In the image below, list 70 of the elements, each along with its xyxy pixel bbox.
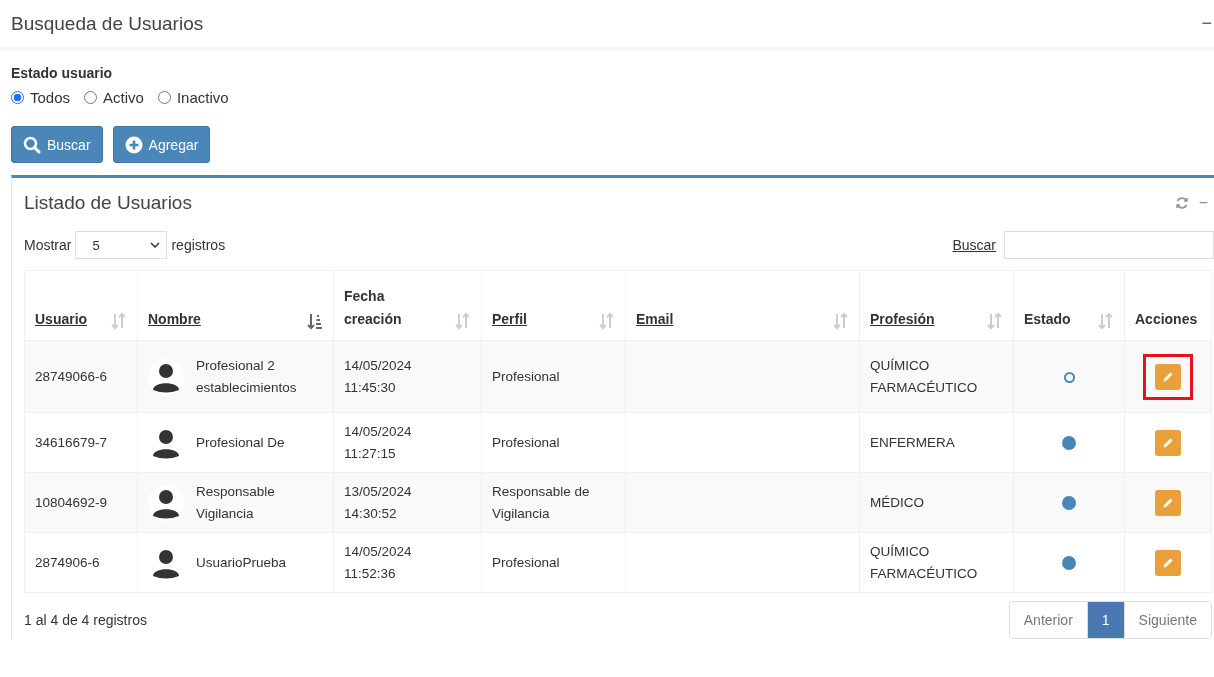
table-cell-text: Profesional 2 establecimientos [196, 356, 298, 397]
avatar-icon [148, 358, 184, 395]
column-header: Acciones [1124, 270, 1212, 341]
length-label: Mostrar [24, 237, 72, 253]
add-button[interactable]: Agregar [112, 126, 211, 163]
table-cell: ENFERMERA [870, 434, 955, 450]
pagination-button[interactable]: Siguiente [1123, 602, 1211, 638]
table-cell: MÉDICO [870, 494, 924, 510]
sort-icon [833, 312, 849, 330]
radio-option[interactable]: Activo [84, 89, 144, 106]
sort-icon [455, 312, 471, 330]
table-cell: 2874906-6 [35, 554, 100, 570]
radio-label: Todos [30, 89, 71, 106]
card-title: Listado de Usuarios [24, 192, 192, 214]
table-cell: 28749066-6 [35, 368, 108, 384]
refresh-icon[interactable] [1174, 196, 1189, 210]
page-title: Busqueda de Usuarios [11, 12, 204, 35]
pagination-button[interactable]: 1 [1086, 602, 1124, 638]
sort-icon [1098, 312, 1114, 330]
plus-circle-icon [124, 135, 143, 154]
table-cell: QUÍMICO FARMACÉUTICO [870, 357, 978, 395]
edit-button[interactable] [1155, 363, 1181, 390]
radio-label: Inactivo [176, 89, 229, 106]
radio-label: Activo [103, 89, 144, 106]
radio-option[interactable]: Todos [11, 89, 71, 106]
pencil-icon [1162, 496, 1174, 509]
radio-option[interactable]: Inactivo [157, 89, 229, 106]
search-icon [23, 135, 41, 154]
search-field[interactable] [1004, 231, 1214, 259]
column-header[interactable]: Perfil [481, 270, 626, 341]
column-header[interactable]: Estado [1013, 270, 1125, 341]
table-cell: 14/05/2024 11:45:30 [344, 357, 412, 395]
sort-icon [599, 312, 615, 330]
chevron-down-icon [150, 242, 161, 248]
edit-button[interactable] [1155, 549, 1181, 576]
search-label: Buscar [952, 237, 996, 253]
table-cell-text: UsuarioPrueba [196, 553, 287, 572]
sort-icon [987, 312, 1003, 330]
length-label: registros [171, 237, 226, 253]
avatar-icon [148, 484, 184, 521]
table-cell: 10804692-9 [35, 494, 108, 510]
table-cell: 34616679-7 [35, 434, 108, 450]
collapse-button[interactable]: − [1199, 13, 1214, 34]
table-cell: Profesional [492, 368, 560, 384]
table-cell: 14/05/2024 11:27:15 [344, 423, 412, 461]
collapse-button[interactable]: − [1196, 194, 1210, 212]
edit-button[interactable] [1155, 489, 1181, 516]
table-info: 1 al 4 de 4 registros [24, 612, 147, 628]
table-cell-text: Responsable Vigilancia [196, 482, 276, 523]
table-cell: Responsable de Vigilancia [492, 483, 590, 521]
pencil-icon [1162, 370, 1174, 383]
table-cell: Profesional [492, 434, 560, 450]
page-size-select[interactable]: 5 [75, 231, 168, 259]
column-header[interactable]: Nombre [137, 270, 334, 341]
table-cell-text: Profesional De [196, 433, 285, 452]
pencil-icon [1162, 436, 1174, 449]
edit-button[interactable] [1155, 429, 1181, 456]
column-header[interactable]: Profesión [859, 270, 1014, 341]
search-button[interactable]: Buscar [11, 126, 103, 163]
table-cell: QUÍMICO FARMACÉUTICO [870, 543, 978, 581]
table-cell: Profesional [492, 554, 560, 570]
filter-label: Estado usuario [11, 65, 114, 81]
sort-icon [111, 312, 127, 330]
column-header[interactable]: Email [625, 270, 860, 341]
column-header[interactable]: Usuario [24, 270, 138, 341]
column-header[interactable]: Fecha creación [333, 270, 482, 341]
sort-ascending-icon [307, 312, 323, 330]
pencil-icon [1162, 556, 1174, 569]
table-cell: 14/05/2024 11:52:36 [344, 543, 412, 581]
table-cell: 13/05/2024 14:30:52 [344, 483, 412, 521]
